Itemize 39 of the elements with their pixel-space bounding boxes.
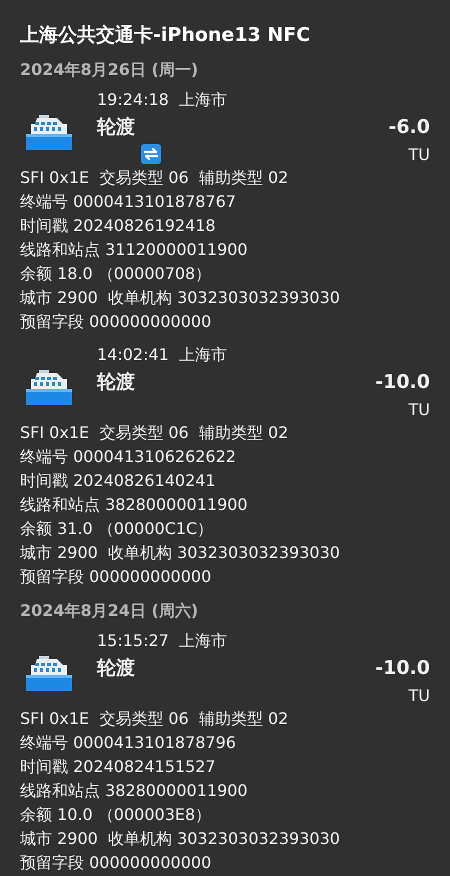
ferry-icon xyxy=(25,112,73,152)
detail-line: 城市 2900 收单机构 3032303032393030 xyxy=(20,828,341,850)
detail-line: 余额 18.0 （00000708） xyxy=(20,263,212,285)
record-amount: -6.0 xyxy=(388,116,430,138)
record-amount: -10.0 xyxy=(375,371,430,393)
amount-unit: TU xyxy=(408,144,430,164)
detail-line: 预留字段 000000000000 xyxy=(20,311,212,333)
detail-line: 余额 31.0 （00000C1C） xyxy=(20,518,214,540)
detail-line: 终端号 0000413106262622 xyxy=(20,446,237,468)
record-time: 19:24:18 上海市 xyxy=(97,89,228,111)
amount-unit: TU xyxy=(408,686,430,704)
record-amount: -10.0 xyxy=(375,657,430,679)
date-header: 2024年8月24日 (周六) xyxy=(20,600,200,622)
detail-line: 线路和站点 38280000011900 xyxy=(20,494,249,516)
detail-line: 预留字段 000000000000 xyxy=(20,566,212,588)
detail-line: 预留字段 000000000000 xyxy=(20,852,212,874)
ferry-icon xyxy=(25,653,73,693)
record-time: 14:02:41 上海市 xyxy=(97,344,228,366)
record-name: 轮渡 xyxy=(97,656,135,681)
detail-line: 终端号 0000413101878767 xyxy=(20,191,237,213)
record-name: 轮渡 xyxy=(97,115,135,140)
detail-line: 终端号 0000413101878796 xyxy=(20,732,237,754)
detail-line: SFI 0x1E 交易类型 06 辅助类型 02 xyxy=(20,422,290,444)
detail-line: 线路和站点 31120000011900 xyxy=(20,239,249,261)
detail-line: 城市 2900 收单机构 3032303032393030 xyxy=(20,542,341,564)
ferry-icon xyxy=(25,367,73,407)
amount-unit: TU xyxy=(408,400,430,418)
detail-line: 时间戳 20240824151527 xyxy=(20,756,217,778)
detail-line: 线路和站点 38280000011900 xyxy=(20,780,249,802)
detail-line: 时间戳 20240826140241 xyxy=(20,470,217,492)
detail-line: 时间戳 20240826192418 xyxy=(20,215,217,237)
date-header: 2024年8月26日 (周一) xyxy=(20,59,200,81)
screen-title: 上海公共交通卡-iPhone13 NFC xyxy=(20,23,312,48)
record-time: 15:15:27 上海市 xyxy=(97,630,228,652)
detail-line: SFI 0x1E 交易类型 06 辅助类型 02 xyxy=(20,167,290,189)
detail-line: SFI 0x1E 交易类型 06 辅助类型 02 xyxy=(20,708,290,730)
detail-line: 城市 2900 收单机构 3032303032393030 xyxy=(20,287,341,309)
record-name: 轮渡 xyxy=(97,370,135,395)
detail-line: 余额 10.0 （000003E8） xyxy=(20,804,212,826)
